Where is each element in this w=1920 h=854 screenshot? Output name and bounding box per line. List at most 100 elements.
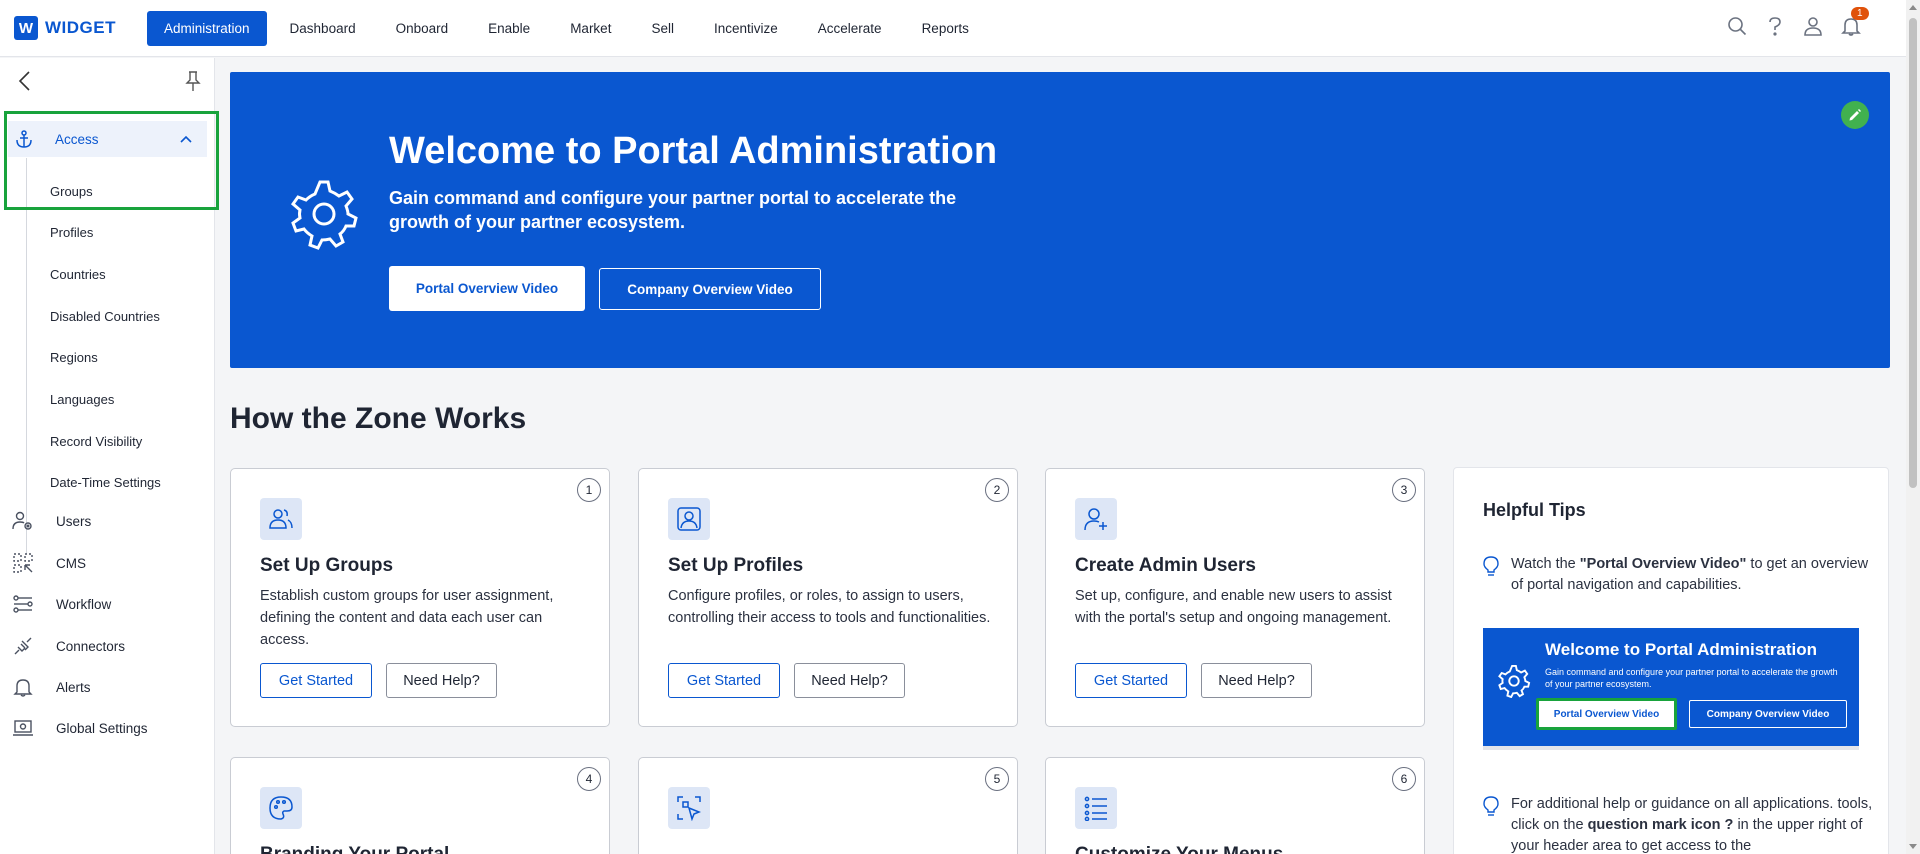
welcome-banner: Welcome to Portal Administration Gain co… xyxy=(230,72,1890,368)
banner-title: Welcome to Portal Administration xyxy=(389,130,998,172)
gear-icon xyxy=(1497,664,1531,699)
logo-text: WIDGET xyxy=(45,18,116,37)
sidebar-subitem-record-visibility[interactable]: Record Visibility xyxy=(50,434,142,449)
step-card: 6 Customize Your Menus xyxy=(1045,757,1425,854)
bell-icon xyxy=(12,676,34,698)
sidebar: Access Groups Profiles Countries Disable… xyxy=(0,58,219,854)
sidebar-item-label: CMS xyxy=(56,555,86,571)
get-started-button[interactable]: Get Started xyxy=(1075,663,1187,698)
nav-reports[interactable]: Reports xyxy=(905,11,986,46)
nav-onboard[interactable]: Onboard xyxy=(379,11,466,46)
need-help-button[interactable]: Need Help? xyxy=(794,663,905,698)
user-plus-icon xyxy=(1075,498,1117,540)
logo-mark: W xyxy=(14,16,38,40)
top-navigation-bar: W WIDGET Administration Dashboard Onboar… xyxy=(0,0,1906,57)
preview-portal-overview-button: Portal Overview Video xyxy=(1536,698,1677,730)
step-number: 2 xyxy=(985,478,1009,502)
anchor-icon xyxy=(14,129,34,149)
step-number: 4 xyxy=(577,767,601,791)
sidebar-subitem-groups[interactable]: Groups xyxy=(50,184,93,199)
scroll-thumb[interactable] xyxy=(1909,18,1917,488)
step-card: 3 Create Admin Users Set up, configure, … xyxy=(1045,468,1425,727)
sidebar-subitem-regions[interactable]: Regions xyxy=(50,350,98,365)
tips-title: Helpful Tips xyxy=(1483,500,1586,520)
tip-emphasis: question mark icon ? xyxy=(1587,817,1734,833)
sidebar-item-alerts[interactable]: Alerts xyxy=(12,675,91,699)
select-cursor-icon xyxy=(668,787,710,829)
sidebar-subitem-date-time-settings[interactable]: Date-Time Settings xyxy=(50,475,161,490)
sidebar-subitem-disabled-countries[interactable]: Disabled Countries xyxy=(50,309,160,324)
connectors-icon xyxy=(12,635,34,657)
sidebar-item-connectors[interactable]: Connectors xyxy=(12,634,125,658)
app-logo[interactable]: W WIDGET xyxy=(14,16,116,40)
sidebar-item-label: Alerts xyxy=(56,679,91,695)
gear-icon xyxy=(288,178,360,250)
nav-incentivize[interactable]: Incentivize xyxy=(697,11,795,46)
sidebar-item-users[interactable]: Users xyxy=(12,509,91,533)
helpful-tips-panel: Helpful Tips Watch the "Portal Overview … xyxy=(1453,467,1889,854)
need-help-button[interactable]: Need Help? xyxy=(1201,663,1312,698)
palette-icon xyxy=(260,787,302,829)
card-title: Set Up Groups xyxy=(260,555,394,576)
user-icon[interactable] xyxy=(1802,14,1824,38)
step-number: 5 xyxy=(985,767,1009,791)
page-scrollbar[interactable] xyxy=(1906,0,1920,854)
step-card: 1 Set Up Groups Establish custom groups … xyxy=(230,468,610,727)
help-icon[interactable] xyxy=(1764,14,1786,38)
nav-enable[interactable]: Enable xyxy=(471,11,547,46)
collapse-sidebar-icon[interactable] xyxy=(16,70,36,92)
step-card: 5 xyxy=(638,757,1018,854)
pin-icon[interactable] xyxy=(184,70,204,92)
scroll-up-arrow-icon[interactable] xyxy=(1909,5,1917,10)
sidebar-item-access[interactable]: Access xyxy=(8,121,207,157)
preview-company-overview-button: Company Overview Video xyxy=(1689,700,1847,728)
chevron-up-icon xyxy=(179,132,193,146)
sidebar-item-cms[interactable]: CMS xyxy=(12,551,86,575)
workflow-icon xyxy=(12,593,34,615)
section-title: How the Zone Works xyxy=(230,402,527,435)
lightbulb-icon xyxy=(1483,796,1499,816)
step-number: 1 xyxy=(577,478,601,502)
bell-icon[interactable]: 1 xyxy=(1840,7,1869,38)
get-started-button[interactable]: Get Started xyxy=(668,663,780,698)
need-help-button[interactable]: Need Help? xyxy=(386,663,497,698)
sidebar-item-label: Access xyxy=(55,131,99,147)
company-overview-video-button[interactable]: Company Overview Video xyxy=(599,268,821,310)
sidebar-item-label: Users xyxy=(56,513,92,529)
card-description: Establish custom groups for user assignm… xyxy=(260,588,554,648)
sidebar-subitem-profiles[interactable]: Profiles xyxy=(50,225,93,240)
portal-overview-video-button[interactable]: Portal Overview Video xyxy=(389,266,585,311)
scroll-down-arrow-icon[interactable] xyxy=(1909,844,1917,849)
preview-title: Welcome to Portal Administration xyxy=(1545,640,1818,659)
users-cog-icon xyxy=(12,510,34,532)
nav-accelerate[interactable]: Accelerate xyxy=(801,11,899,46)
sidebar-item-label: Workflow xyxy=(56,596,112,612)
notification-badge: 1 xyxy=(1851,7,1869,20)
tip-item: For additional help or guidance on all a… xyxy=(1483,794,1873,854)
sidebar-item-global-settings[interactable]: Global Settings xyxy=(12,716,148,740)
nav-market[interactable]: Market xyxy=(553,11,628,46)
step-card: 2 Set Up Profiles Configure profiles, or… xyxy=(638,468,1018,727)
nav-dashboard[interactable]: Dashboard xyxy=(273,11,373,46)
sidebar-item-workflow[interactable]: Workflow xyxy=(12,592,111,616)
card-title: Create Admin Users xyxy=(1075,555,1256,576)
nav-sell[interactable]: Sell xyxy=(634,11,691,46)
nav-administration[interactable]: Administration xyxy=(147,11,267,46)
sidebar-subitem-languages[interactable]: Languages xyxy=(50,392,114,407)
search-icon[interactable] xyxy=(1726,14,1748,38)
tip-emphasis: "Portal Overview Video" xyxy=(1579,556,1747,572)
step-number: 3 xyxy=(1392,478,1416,502)
edit-pencil-icon[interactable] xyxy=(1841,101,1869,129)
sidebar-item-label: Connectors xyxy=(56,638,126,654)
card-title: Branding Your Portal xyxy=(260,844,449,854)
preview-subtitle: Gain command and configure your partner … xyxy=(1545,667,1838,689)
portal-overview-preview[interactable]: Welcome to Portal Administration Gain co… xyxy=(1483,628,1859,750)
profile-icon xyxy=(668,498,710,540)
card-description: Set up, configure, and enable new users … xyxy=(1075,588,1392,626)
tip-item: Watch the "Portal Overview Video" to get… xyxy=(1483,554,1873,596)
get-started-button[interactable]: Get Started xyxy=(260,663,372,698)
sidebar-subitem-countries[interactable]: Countries xyxy=(50,267,106,282)
step-number: 6 xyxy=(1392,767,1416,791)
settings-laptop-icon xyxy=(12,717,34,739)
banner-subtitle: Gain command and configure your partner … xyxy=(389,188,957,232)
